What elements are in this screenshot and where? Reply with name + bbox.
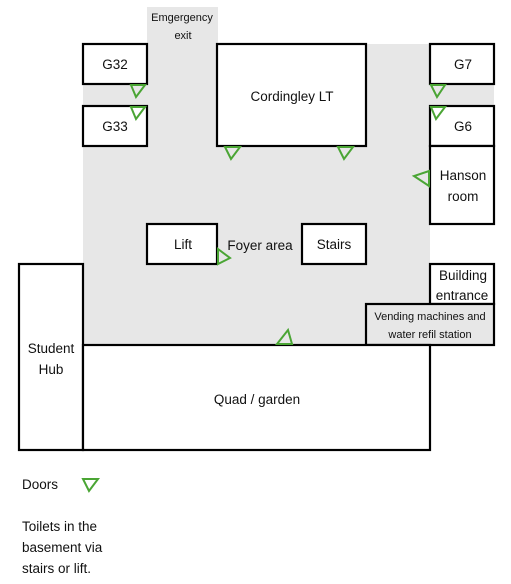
legend-door-icon bbox=[81, 478, 100, 493]
emergency-exit-label-2: exit bbox=[174, 30, 191, 42]
room-hanson-label-2: room bbox=[448, 189, 479, 204]
toilets-note-3: stairs or lift. bbox=[22, 561, 91, 576]
quad-garden: Quad / garden bbox=[81, 343, 432, 452]
room-hanson: Hanson room bbox=[428, 144, 496, 226]
room-g6-label: G6 bbox=[454, 119, 472, 134]
room-cordingley-label: Cordingley LT bbox=[250, 89, 333, 104]
room-g7-label: G7 bbox=[454, 57, 472, 72]
room-g33-label: G33 bbox=[102, 119, 128, 134]
room-g7: G7 bbox=[428, 42, 496, 86]
vending-area: Vending machines and water refil station bbox=[364, 302, 496, 347]
floor-plan: Emgergency exit G32 G33 Cordingley LT G7… bbox=[17, 7, 496, 576]
entrance-label: Building bbox=[439, 268, 487, 283]
lift-label: Lift bbox=[174, 237, 192, 252]
corridor-g7-g6 bbox=[430, 84, 494, 106]
lift: Lift bbox=[145, 222, 219, 266]
stairs: Stairs bbox=[300, 222, 368, 266]
room-g32-label: G32 bbox=[102, 57, 128, 72]
student-hub: Student Hub bbox=[17, 262, 85, 452]
quad-label: Quad / garden bbox=[214, 392, 300, 407]
room-hanson-label: Hanson bbox=[440, 168, 487, 183]
toilets-note-2: basement via bbox=[22, 540, 103, 555]
foyer-label: Foyer area bbox=[227, 238, 293, 253]
toilets-note: Toilets in the bbox=[22, 519, 97, 534]
emergency-exit-label: Emgergency bbox=[151, 12, 213, 24]
student-hub-label-2: Hub bbox=[39, 362, 64, 377]
entrance-label-2: entrance bbox=[436, 288, 489, 303]
vending-label-2: water refil station bbox=[387, 329, 471, 341]
room-cordingley-lt: Cordingley LT bbox=[215, 42, 368, 148]
vending-label: Vending machines and bbox=[374, 311, 485, 323]
student-hub-label: Student bbox=[28, 341, 75, 356]
room-g6: G6 bbox=[428, 104, 496, 148]
room-g32: G32 bbox=[81, 42, 149, 86]
room-g33: G33 bbox=[81, 104, 149, 148]
building-entrance: Building entrance bbox=[428, 262, 496, 306]
legend-doors-label: Doors bbox=[22, 477, 58, 492]
stairs-label: Stairs bbox=[317, 237, 352, 252]
